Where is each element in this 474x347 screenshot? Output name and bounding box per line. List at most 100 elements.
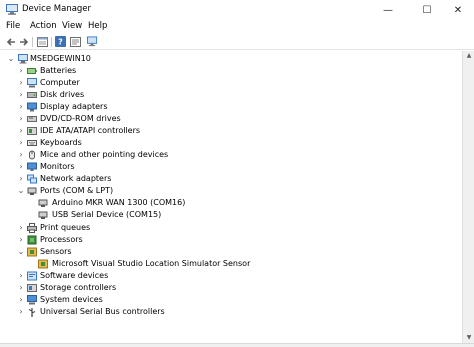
expand-arrow-icon[interactable]: › [17,295,25,305]
close-icon: ✕ [453,4,463,16]
sensor-icon [27,247,37,257]
expand-arrow-icon[interactable]: › [17,126,25,136]
tree-child-label: Microsoft Visual Studio Location Simulat… [52,259,251,268]
port-icon [27,187,37,195]
tree-child-label: USB Serial Device (COM15) [52,210,162,219]
tree-item-label: Storage controllers [40,283,117,292]
tree-item-label: IDE ATA/ATAPI controllers [40,126,141,135]
menu-help[interactable]: Help [88,21,107,31]
tree-item-disk-drives[interactable]: › Disk drives [0,89,300,101]
tree-item-label: Print queues [40,223,91,232]
menu-view[interactable]: View [62,21,82,31]
tree-item-display-adapters[interactable]: › Display adapters [0,101,300,113]
minimize-button[interactable]: — [371,0,405,20]
expand-arrow-icon[interactable]: › [17,283,25,293]
close-button[interactable]: ✕ [441,0,474,20]
expand-arrow-icon[interactable]: › [17,271,25,281]
processor-icon [27,235,37,245]
collapse-arrow-icon[interactable]: ⌄ [17,247,25,257]
display-adapter-icon [27,102,37,112]
status-bar [0,343,474,347]
expand-arrow-icon[interactable]: › [17,162,25,172]
tree-item-monitors[interactable]: › Monitors [0,161,300,173]
tree-item-system-devices[interactable]: › System devices [0,294,300,306]
tree-item-label: Computer [40,78,80,87]
toolbar: ? [0,34,474,50]
expand-arrow-icon[interactable]: › [17,174,25,184]
expand-arrow-icon[interactable]: › [17,66,25,76]
help-icon: ? [55,36,66,47]
system-device-icon [27,295,37,305]
expand-arrow-icon[interactable]: › [17,138,25,148]
maximize-button[interactable]: ☐ [410,0,444,20]
help-button[interactable]: ? [55,36,66,47]
expand-arrow-icon[interactable]: › [17,90,25,100]
tree-item-keyboards[interactable]: › Keyboards [0,137,300,149]
expand-arrow-icon[interactable]: › [17,102,25,112]
tree-item-label: Processors [40,235,83,244]
tree-child-usb-serial[interactable]: USB Serial Device (COM15) [0,209,300,221]
tree-item-ide-controllers[interactable]: › IDE ATA/ATAPI controllers [0,125,300,137]
tree-item-processors[interactable]: › Processors [0,234,300,246]
menu-action[interactable]: Action [30,21,57,31]
scroll-down-arrow-icon[interactable]: ▼ [463,333,474,343]
tree-item-usb-controllers[interactable]: › Universal Serial Bus controllers [0,306,300,318]
tree-item-label: System devices [40,295,103,304]
title-bar: Device Manager — ☐ ✕ [0,0,474,20]
properties-button[interactable] [37,36,48,47]
tree-item-label: Mice and other pointing devices [40,150,169,159]
tree-item-label: Sensors [40,247,72,256]
tree-item-computer[interactable]: › Computer [0,77,300,89]
tree-item-label: Monitors [40,162,75,171]
tree-item-software-devices[interactable]: › Software devices [0,270,300,282]
tree-item-batteries[interactable]: › Batteries [0,65,300,77]
properties-icon [37,36,48,47]
back-button[interactable] [5,36,16,47]
computer-root-icon [18,54,28,64]
port-device-icon [38,199,48,207]
tree-root[interactable]: ⌄ MSEDGEWIN10 [0,53,200,65]
tree-item-ports[interactable]: ⌄ Ports (COM & LPT) [0,185,300,197]
tree-root-label: MSEDGEWIN10 [30,54,91,63]
port-device-icon [38,211,48,219]
expand-arrow-icon[interactable]: › [17,114,25,124]
tree-child-location-sensor[interactable]: Microsoft Visual Studio Location Simulat… [0,258,320,270]
device-manager-app-icon [6,4,18,15]
scan-hardware-button[interactable] [87,36,98,47]
expand-arrow-icon[interactable]: › [17,223,25,233]
tree-item-network-adapters[interactable]: › Network adapters [0,173,300,185]
tree-item-sensors[interactable]: ⌄ Sensors [0,246,300,258]
properties-sheet-button[interactable] [70,36,81,47]
tree-item-label: Display adapters [40,102,108,111]
tree-item-label: Disk drives [40,90,85,99]
properties-sheet-icon [70,36,81,47]
collapse-arrow-icon[interactable]: ⌄ [7,54,15,64]
tree-item-label: DVD/CD-ROM drives [40,114,121,123]
tree-child-arduino[interactable]: Arduino MKR WAN 1300 (COM16) [0,197,300,209]
software-device-icon [27,271,37,281]
printer-icon [27,223,37,233]
keyboard-icon [27,140,37,146]
vertical-scrollbar[interactable]: ▲ ▼ [462,51,474,343]
menu-file[interactable]: File [6,21,20,31]
forward-button[interactable] [18,36,29,47]
expand-arrow-icon[interactable]: › [17,150,25,160]
scroll-up-arrow-icon[interactable]: ▲ [463,51,474,61]
device-tree[interactable]: ⌄ MSEDGEWIN10 › Batteries › Computer › D… [0,51,462,343]
tree-item-mice[interactable]: › Mice and other pointing devices [0,149,300,161]
tree-item-print-queues[interactable]: › Print queues [0,222,300,234]
ide-controller-icon [27,127,37,135]
maximize-icon: ☐ [422,4,432,16]
usb-icon [28,308,36,317]
network-adapter-icon [27,174,37,184]
expand-arrow-icon[interactable]: › [17,307,25,317]
window-title: Device Manager [22,4,92,14]
toolbar-separator [51,37,52,47]
monitor-icon [27,162,37,171]
tree-item-storage-controllers[interactable]: › Storage controllers [0,282,300,294]
tree-item-dvd-drives[interactable]: › DVD/CD-ROM drives [0,113,300,125]
collapse-arrow-icon[interactable]: ⌄ [17,186,25,196]
expand-arrow-icon[interactable]: › [17,78,25,88]
sensor-device-icon [38,259,48,269]
expand-arrow-icon[interactable]: › [17,235,25,245]
